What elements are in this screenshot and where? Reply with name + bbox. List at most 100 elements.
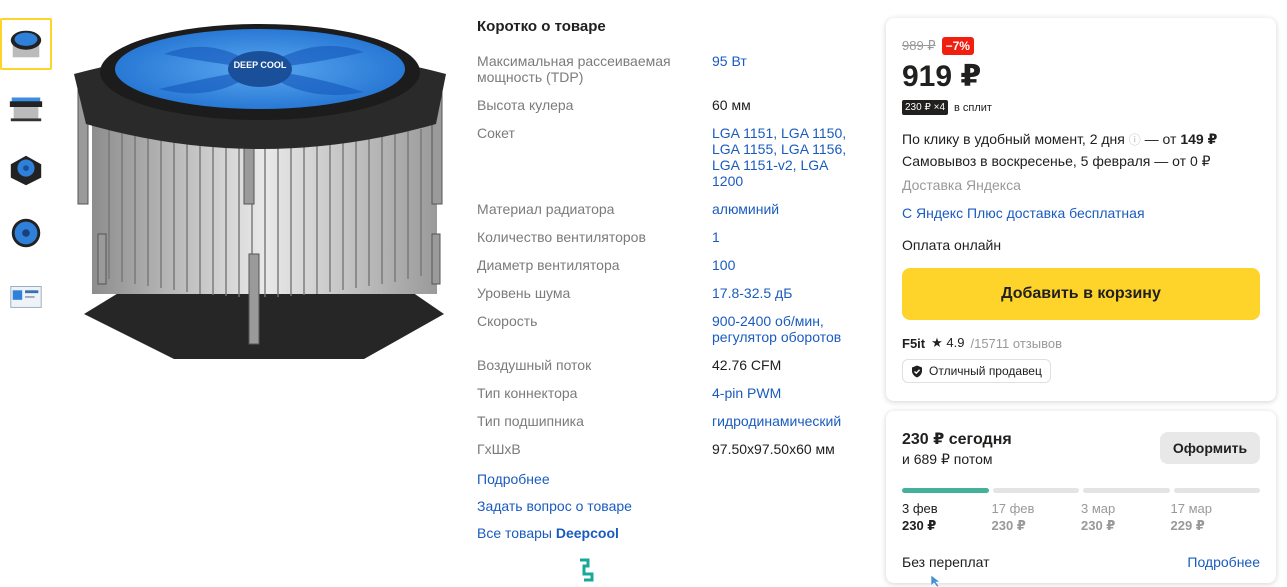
schedule-amount: 230 ₽ [991,518,1026,533]
delivery-options: По клику в удобный момент, 2 дня ⓘ — от … [902,129,1260,172]
cooler-box-icon [10,286,42,308]
spec-name: Скорость [477,313,538,329]
specs-title: Коротко о товаре [477,18,606,35]
spec-value[interactable]: 4-pin PWM [712,385,847,401]
schedule-item: 3 фев 230 ₽ [902,501,992,534]
spec-name: Количество вентиляторов [477,229,646,245]
cooler-angle-view-icon [10,155,42,186]
specs-section: Коротко о товаре Максимальная рассеиваем… [477,18,857,582]
deepcool-logo-icon [580,558,594,582]
schedule-date: 3 фев [902,501,938,516]
split-progress [902,488,1260,493]
old-price: 989 ₽ [902,38,936,53]
no-overpay-label: Без переплат [902,554,990,570]
spec-row: Уровень шума 17.8-32.5 дБ [477,285,857,301]
all-brand-goods-link[interactable]: Все товары Deepcool [477,525,857,541]
split-bar-paid [902,488,989,493]
thumbnail-strip [0,18,52,333]
seller-rating: ★ 4.9 [931,335,965,350]
seller-badge-label: Отличный продавец [929,364,1042,378]
spec-name: Сокет [477,125,515,141]
ask-question-link[interactable]: Задать вопрос о товаре [477,498,857,514]
thumbnail-3[interactable] [0,144,52,196]
split-card: 230 ₽ сегодня и 689 ₽ потом Оформить 3 ф… [886,411,1276,583]
spec-row: Количество вентиляторов 1 [477,229,857,245]
schedule-item: 3 мар 230 ₽ [1081,501,1171,534]
main-product-image[interactable]: DEEP COOL [64,14,456,374]
spec-row: Скорость 900-2400 об/мин, регулятор обор… [477,313,857,345]
spec-name: Воздушный поток [477,357,592,373]
split-more-link[interactable]: Подробнее [1187,554,1260,570]
info-icon[interactable]: ⓘ [1129,133,1141,147]
offer-card: 989 ₽ −7% 919 ₽ 230 ₽ ×4 в сплит По клик… [886,18,1276,401]
schedule-item: 17 мар 229 ₽ [1171,501,1261,534]
schedule-amount: 229 ₽ [1170,518,1205,533]
spec-value[interactable]: 17.8-32.5 дБ [712,285,847,301]
schedule-amount: 230 ₽ [1081,518,1116,533]
seller-reviews-label: отзывов [1012,335,1063,351]
spec-row: ГxШxВ 97.50x97.50x60 мм [477,441,857,457]
split-schedule: 3 фев 230 ₽ 17 фев 230 ₽ 3 мар 230 ₽ 17 … [902,501,1260,534]
spec-value: 42.76 CFM [712,357,782,373]
seller-reviews-count: 15711 [974,335,1010,351]
discount-badge: −7% [941,37,974,55]
spec-row: Материал радиатора алюминий [477,201,857,217]
delivery-courier: По клику в удобный момент, 2 дня ⓘ — от … [902,129,1260,151]
spec-name: Диаметр вентилятора [477,257,620,273]
spec-value[interactable]: LGA 1151, LGA 1150, LGA 1155, LGA 1156, … [712,125,847,189]
spec-row: Максимальная рассеиваемая мощность (TDP)… [477,53,857,85]
spec-value: 97.50x97.50x60 мм [712,441,835,457]
thumbnail-1[interactable] [0,18,52,70]
spec-row: Высота кулера 60 мм [477,97,857,113]
delivery-pickup: Самовывоз в воскресенье, 5 февраля — от … [902,153,1211,169]
shield-check-icon [912,365,922,377]
spec-value[interactable]: гидродинамический [712,413,847,429]
specs-more-link[interactable]: Подробнее [477,471,857,487]
spec-name: Тип подшипника [477,413,584,429]
spec-value[interactable]: 95 Вт [712,53,847,85]
delivery-courier-from: — от [1140,131,1181,147]
delivery-provider: Доставка Яндекса [902,177,1021,193]
split-bar [992,488,1079,493]
schedule-amount: 230 ₽ [902,518,937,533]
split-row[interactable]: 230 ₽ ×4 в сплит [902,100,1260,115]
schedule-date: 17 мар [1170,501,1212,516]
split-bar [1173,488,1260,493]
split-text: в сплит [954,101,992,114]
fan-hub-label: DEEP COOL [234,60,287,70]
current-price: 919 ₽ [902,60,982,93]
spec-value[interactable]: алюминий [712,201,847,217]
checkout-button[interactable]: Оформить [1160,432,1260,464]
add-to-cart-button[interactable]: Добавить в корзину [902,268,1260,320]
thumbnail-2[interactable] [0,81,52,133]
seller-name[interactable]: F5it [902,336,925,351]
spec-name: Высота кулера [477,97,574,113]
spec-name: Максимальная рассеиваемая мощность (TDP) [477,53,671,85]
payment-method: Оплата онлайн [902,237,1002,253]
spec-value[interactable]: 900-2400 об/мин, регулятор оборотов [712,313,847,345]
seller-reviews[interactable]: /15711 отзывов [970,336,1062,351]
all-goods-prefix: Все товары [477,525,552,541]
spec-name: Тип коннектора [477,385,578,401]
spec-row: Диаметр вентилятора 100 [477,257,857,273]
spec-row: Тип подшипника гидродинамический [477,413,857,429]
split-footer: Без переплат Подробнее [902,554,1260,570]
schedule-date: 3 мар [1081,501,1116,516]
delivery-courier-text: По клику в удобный момент, 2 дня [902,131,1125,147]
spec-row: Воздушный поток 42.76 CFM [477,357,857,373]
thumbnail-4[interactable] [0,207,52,259]
thumbnail-5[interactable] [0,270,52,322]
schedule-date: 17 фев [991,501,1035,516]
specs-links: Подробнее Задать вопрос о товаре Все тов… [477,471,857,541]
split-badge: 230 ₽ ×4 [902,100,949,115]
spec-name: Материал радиатора [477,201,615,217]
brand-name: Deepcool [555,525,619,541]
spec-value[interactable]: 100 [712,257,847,273]
spec-value[interactable]: 1 [712,229,847,245]
split-bar [1083,488,1170,493]
delivery-courier-price: 149 ₽ [1180,131,1218,147]
yandex-plus-link[interactable]: С Яндекс Плюс доставка бесплатная [902,205,1260,221]
cooler-top-view-icon [10,30,42,58]
spec-value: 60 мм [712,97,751,113]
seller-badge[interactable]: Отличный продавец [902,359,1051,383]
